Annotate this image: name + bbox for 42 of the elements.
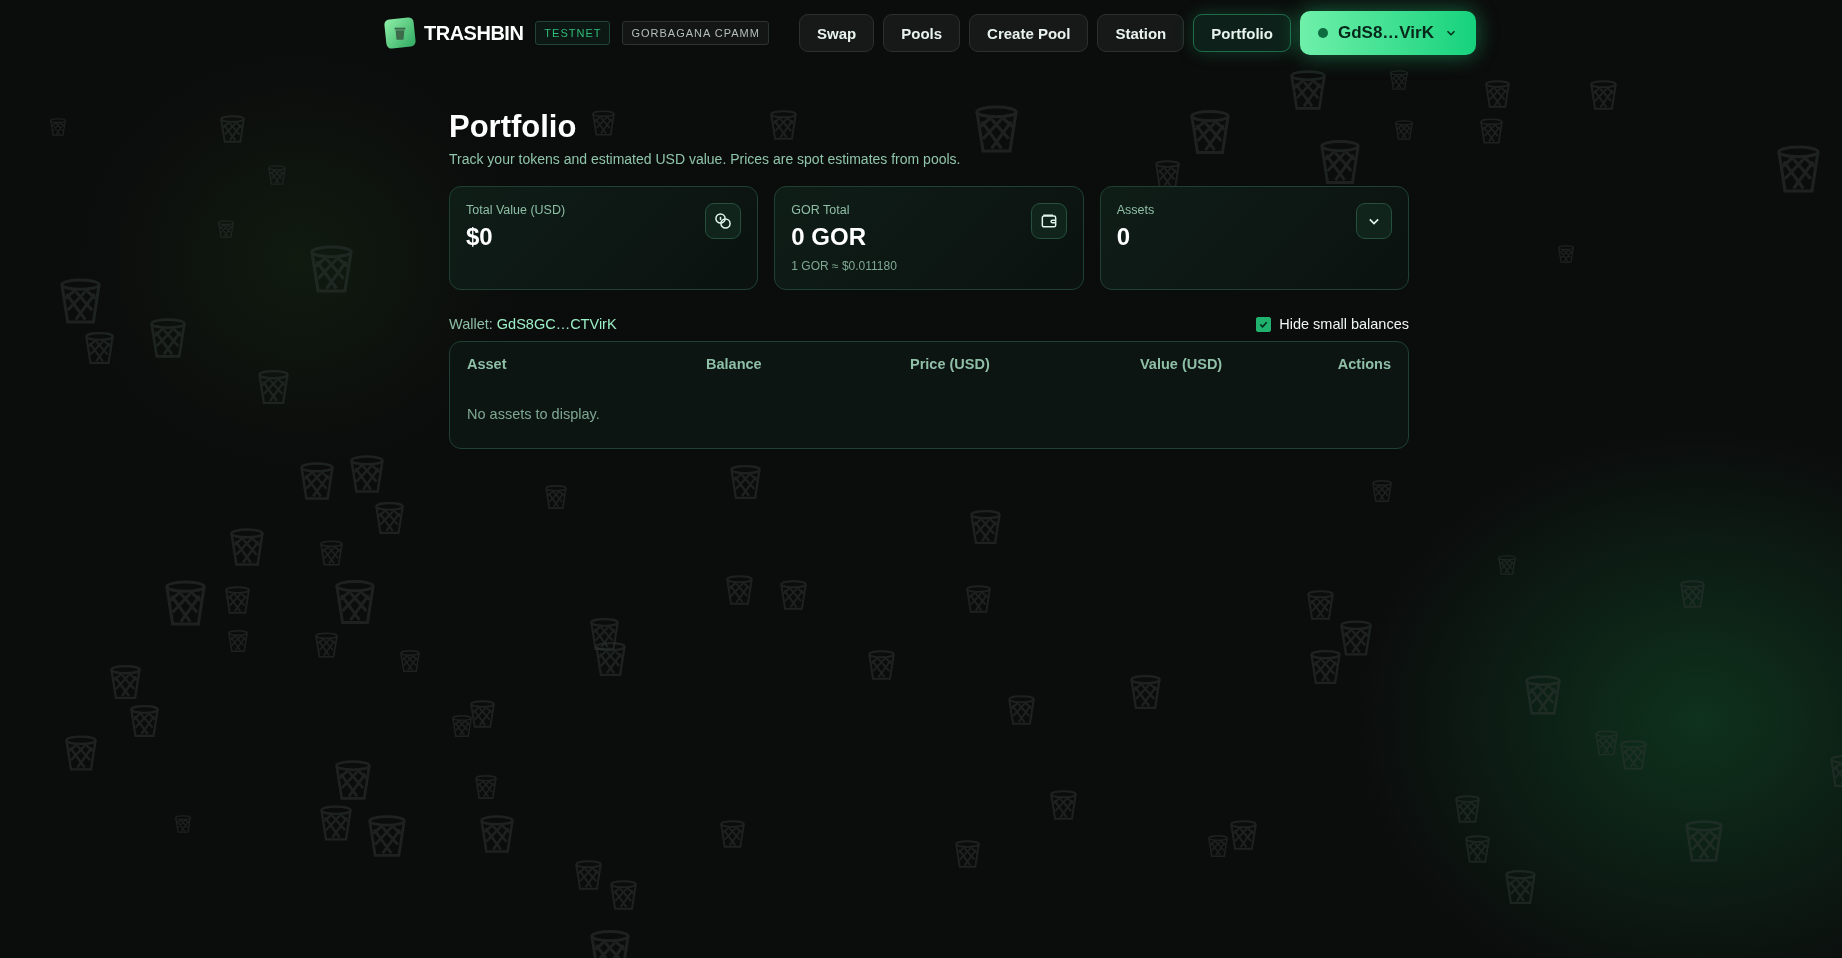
stat-value: $0 <box>466 223 494 251</box>
network-badge: GORBAGANA CPAMM <box>622 21 769 45</box>
network-badge: TESTNET <box>535 21 611 45</box>
trash-can-icon <box>595 642 626 676</box>
trash-can-logo-icon <box>384 17 416 49</box>
wallet-label: Wallet: <box>449 316 494 332</box>
stat-label: Total Value (USD) <box>466 203 566 217</box>
trash-can-icon <box>1155 160 1180 188</box>
trash-can-icon <box>590 618 619 650</box>
logo-text: TRASHBIN <box>424 21 524 45</box>
trash-can-icon <box>350 455 384 493</box>
column-header: Price (USD) <box>910 356 991 372</box>
chevron-down-button[interactable] <box>1356 203 1392 239</box>
trash-can-icon <box>1290 70 1326 110</box>
stat-value: 0 <box>1116 223 1131 251</box>
stat-note: 1 GOR ≈ $0.011180 <box>791 259 897 273</box>
nav-button[interactable]: Pools <box>883 14 961 52</box>
trash-can-icon <box>1340 620 1372 656</box>
trash-can-icon <box>300 462 334 500</box>
stat-label: GOR Total <box>791 203 851 217</box>
trash-can-icon <box>85 332 114 364</box>
checkbox[interactable] <box>1256 316 1272 332</box>
trash-can-icon <box>60 278 101 324</box>
wallet-address: GdS8…VirK <box>1337 23 1434 43</box>
page-subtitle: Track your tokens and estimated USD value. Prices are spot estimates from pools. <box>449 151 962 167</box>
trash-can-icon <box>1390 70 1408 90</box>
wallet-button[interactable]: GdS8…VirK <box>1299 11 1476 55</box>
column-header: Balance <box>706 356 763 372</box>
nav-button[interactable]: Portfolio <box>1193 14 1291 52</box>
nav-button[interactable]: Station <box>1097 14 1185 52</box>
page-title: Portfolio <box>449 109 577 145</box>
column-header: Asset <box>467 356 508 372</box>
wallet-address: GdS8GC…CTVirK <box>496 316 617 332</box>
stat-label: Assets <box>1116 203 1155 217</box>
nav-button[interactable]: Create Pool <box>969 14 1089 52</box>
nav-button[interactable]: Swap <box>799 14 875 52</box>
column-header: Value (USD) <box>1140 356 1224 372</box>
coins-icon <box>713 211 734 231</box>
stat-value: 0 GOR <box>791 223 867 251</box>
column-header: Actions <box>1337 356 1391 372</box>
empty-message: No assets to display. <box>467 406 601 422</box>
checkbox-label: Hide small balances <box>1279 316 1409 332</box>
